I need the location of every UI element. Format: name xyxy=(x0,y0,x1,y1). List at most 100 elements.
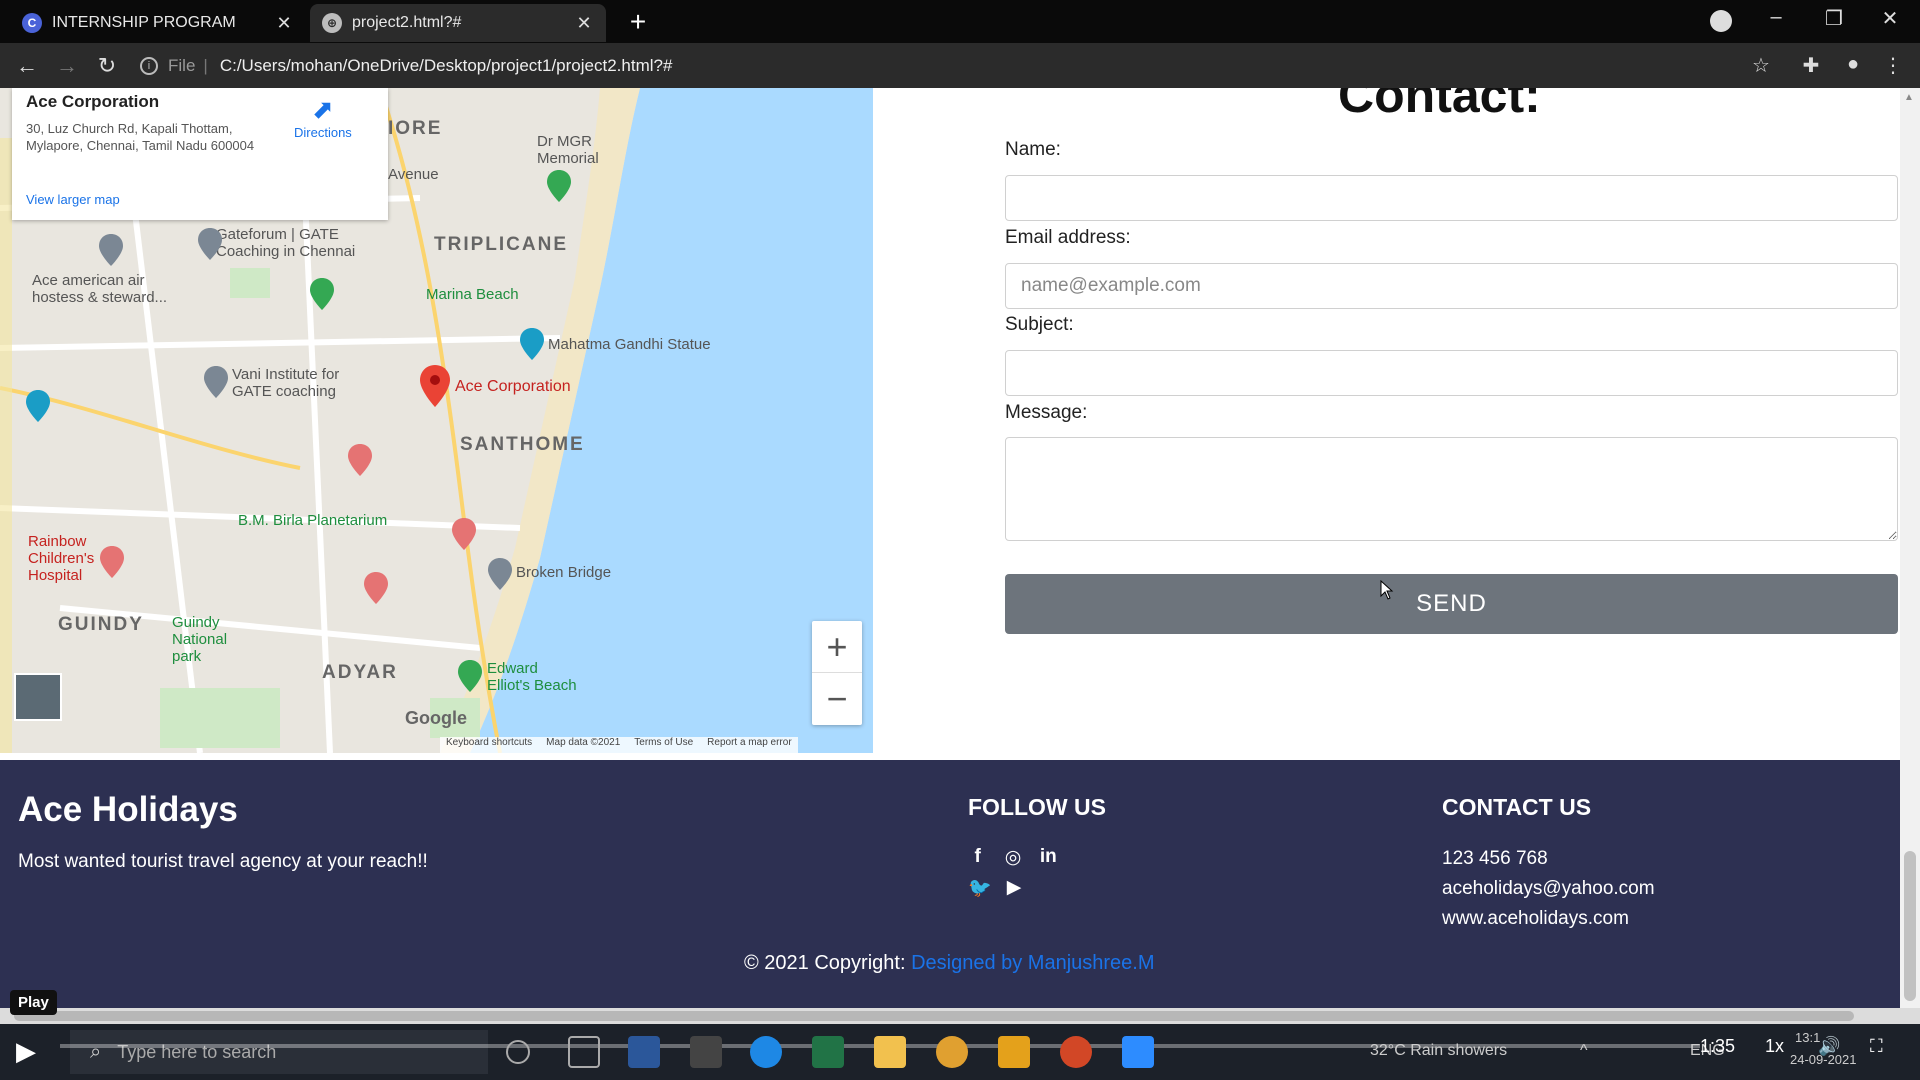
bookmark-star-icon[interactable]: ☆ xyxy=(1748,53,1774,78)
taskbar: ▶ ⌕ Type here to search 32°C Rain shower… xyxy=(0,1024,1920,1080)
volume-icon[interactable]: 🔊 xyxy=(1818,1036,1840,1057)
window-close-icon[interactable]: ✕ xyxy=(1870,6,1910,31)
hospital-marker-icon[interactable] xyxy=(364,572,388,604)
email-field[interactable] xyxy=(1005,263,1898,309)
zoom-app-icon[interactable] xyxy=(1122,1036,1154,1068)
footer-phone: 123 456 768 xyxy=(1442,848,1548,869)
url-text: C:/Users/mohan/OneDrive/Desktop/project1… xyxy=(219,56,673,75)
media-indicator-icon[interactable] xyxy=(1710,10,1732,32)
profile-icon[interactable]: ● xyxy=(1840,53,1866,76)
task-view-icon[interactable] xyxy=(568,1036,600,1068)
map-marker-icon[interactable] xyxy=(99,234,123,266)
minimize-icon[interactable]: – xyxy=(1756,6,1796,29)
zoom-in-button[interactable]: + xyxy=(812,621,862,673)
map-poi-label: Gateforum | GATE Coaching in Chennai xyxy=(216,226,356,260)
weather-status[interactable]: 32°C Rain showers xyxy=(1370,1042,1507,1060)
linkedin-icon[interactable]: in xyxy=(1039,846,1058,869)
hospital-marker-icon[interactable] xyxy=(348,444,372,476)
cortana-icon[interactable] xyxy=(506,1040,530,1064)
name-field[interactable] xyxy=(1005,175,1898,221)
extensions-icon[interactable]: ✚ xyxy=(1798,53,1824,78)
globe-icon: ⊕ xyxy=(322,13,342,33)
instagram-icon[interactable]: ◎ xyxy=(1003,846,1022,869)
fullscreen-icon[interactable]: ⛶ xyxy=(1870,1036,1883,1057)
terms-link[interactable]: Terms of Use xyxy=(634,737,693,753)
site-footer: Ace Holidays Most wanted tourist travel … xyxy=(0,760,1900,1008)
map-area-label: GUINDY xyxy=(58,614,144,635)
street-view-thumbnail[interactable] xyxy=(14,673,62,721)
map-marker-icon[interactable] xyxy=(26,390,50,422)
copyright-text: © 2021 Copyright: xyxy=(744,952,906,974)
map-marker-icon[interactable] xyxy=(458,660,482,692)
location-pin-icon[interactable] xyxy=(420,365,450,407)
follow-us-heading: FOLLOW US xyxy=(968,794,1106,820)
play-icon[interactable]: ▶ xyxy=(16,1036,46,1066)
zoom-out-button[interactable]: − xyxy=(812,673,862,725)
map-poi-label: B.M. Birla Planetarium xyxy=(238,512,388,529)
edge-icon[interactable] xyxy=(750,1036,782,1068)
tab-project2[interactable]: ⊕ project2.html?# ✕ xyxy=(310,4,606,42)
sublime-icon[interactable] xyxy=(998,1036,1030,1068)
facebook-icon[interactable]: f xyxy=(968,846,987,869)
copyright-line: © 2021 Copyright: Designed by Manjushree… xyxy=(744,952,1155,975)
twitter-icon[interactable]: 🐦 xyxy=(968,876,992,900)
forward-icon[interactable]: → xyxy=(52,51,82,81)
scrollbar-thumb[interactable] xyxy=(14,1011,1854,1021)
chrome-icon[interactable] xyxy=(936,1036,968,1068)
close-tab-icon[interactable]: ✕ xyxy=(574,13,594,34)
hospital-marker-icon[interactable] xyxy=(452,518,476,550)
social-icons-row: f ◎ in xyxy=(968,846,1058,869)
tab-internship-program[interactable]: C INTERNSHIP PROGRAM ✕ xyxy=(10,4,306,42)
map-area-label: ADYAR xyxy=(322,662,398,683)
reload-icon[interactable]: ↻ xyxy=(92,51,122,81)
file-explorer-icon[interactable] xyxy=(874,1036,906,1068)
map-area-label: TRIPLICANE xyxy=(434,234,568,255)
store-icon[interactable] xyxy=(690,1036,722,1068)
footer-website[interactable]: www.aceholidays.com xyxy=(1442,908,1629,930)
playback-speed[interactable]: 1x xyxy=(1765,1036,1784,1057)
footer-brand: Ace Holidays xyxy=(18,790,238,829)
restore-icon[interactable]: ❐ xyxy=(1814,6,1854,31)
view-larger-map-link[interactable]: View larger map xyxy=(26,192,120,207)
directions-button[interactable]: ⬈ Directions xyxy=(294,94,352,140)
map-marker-icon[interactable] xyxy=(204,366,228,398)
vertical-scrollbar[interactable]: ▲ xyxy=(1900,88,1920,1008)
report-error-link[interactable]: Report a map error xyxy=(707,737,791,753)
map-marker-icon[interactable] xyxy=(488,558,512,590)
new-tab-button[interactable]: + xyxy=(622,6,654,38)
hospital-marker-icon[interactable] xyxy=(100,546,124,578)
map-poi-label: Dr MGR Memorial xyxy=(537,133,599,167)
map-marker-icon[interactable] xyxy=(547,170,571,202)
map-poi-label: Mahatma Gandhi Statue xyxy=(548,336,711,353)
footer-email[interactable]: aceholidays@yahoo.com xyxy=(1442,878,1655,900)
tray-arrow-icon[interactable]: ^ xyxy=(1580,1042,1588,1060)
map-marker-icon[interactable] xyxy=(520,328,544,360)
back-icon[interactable]: ← xyxy=(12,51,42,81)
close-tab-icon[interactable]: ✕ xyxy=(274,13,294,34)
map-place-address: 30, Luz Church Rd, Kapali Thottam, Mylap… xyxy=(26,121,255,153)
map-marker-icon[interactable] xyxy=(198,228,222,260)
designer-link[interactable]: Designed by Manjushree.M xyxy=(911,952,1154,974)
menu-icon[interactable]: ⋮ xyxy=(1880,53,1906,78)
browser-toolbar: ← → ↻ i File | C:/Users/mohan/OneDrive/D… xyxy=(0,43,1920,88)
powerpoint-icon[interactable] xyxy=(1060,1036,1092,1068)
send-button[interactable]: SEND xyxy=(1005,574,1898,634)
contact-us-heading: CONTACT US xyxy=(1442,794,1592,820)
message-field[interactable] xyxy=(1005,437,1898,541)
map-marker-icon[interactable] xyxy=(310,278,334,310)
subject-field[interactable] xyxy=(1005,350,1898,396)
scroll-up-icon[interactable]: ▲ xyxy=(1904,92,1914,103)
address-bar[interactable]: i File | C:/Users/mohan/OneDrive/Desktop… xyxy=(140,49,1760,83)
social-icons-row: 🐦 ▶ xyxy=(968,876,1058,900)
info-icon[interactable]: i xyxy=(140,57,158,75)
taskbar-search[interactable]: ⌕ Type here to search xyxy=(70,1030,488,1074)
clock-time[interactable]: 13:1 xyxy=(1795,1030,1820,1045)
embedded-map[interactable]: Ace Corporation 30, Luz Church Rd, Kapal… xyxy=(0,88,873,753)
keyboard-shortcuts-link[interactable]: Keyboard shortcuts xyxy=(446,737,532,753)
scrollbar-thumb[interactable] xyxy=(1904,851,1916,1001)
play-tooltip: Play xyxy=(10,990,57,1015)
excel-icon[interactable] xyxy=(812,1036,844,1068)
word-icon[interactable] xyxy=(628,1036,660,1068)
horizontal-scrollbar[interactable] xyxy=(0,1008,1920,1024)
youtube-icon[interactable]: ▶ xyxy=(1004,876,1024,900)
